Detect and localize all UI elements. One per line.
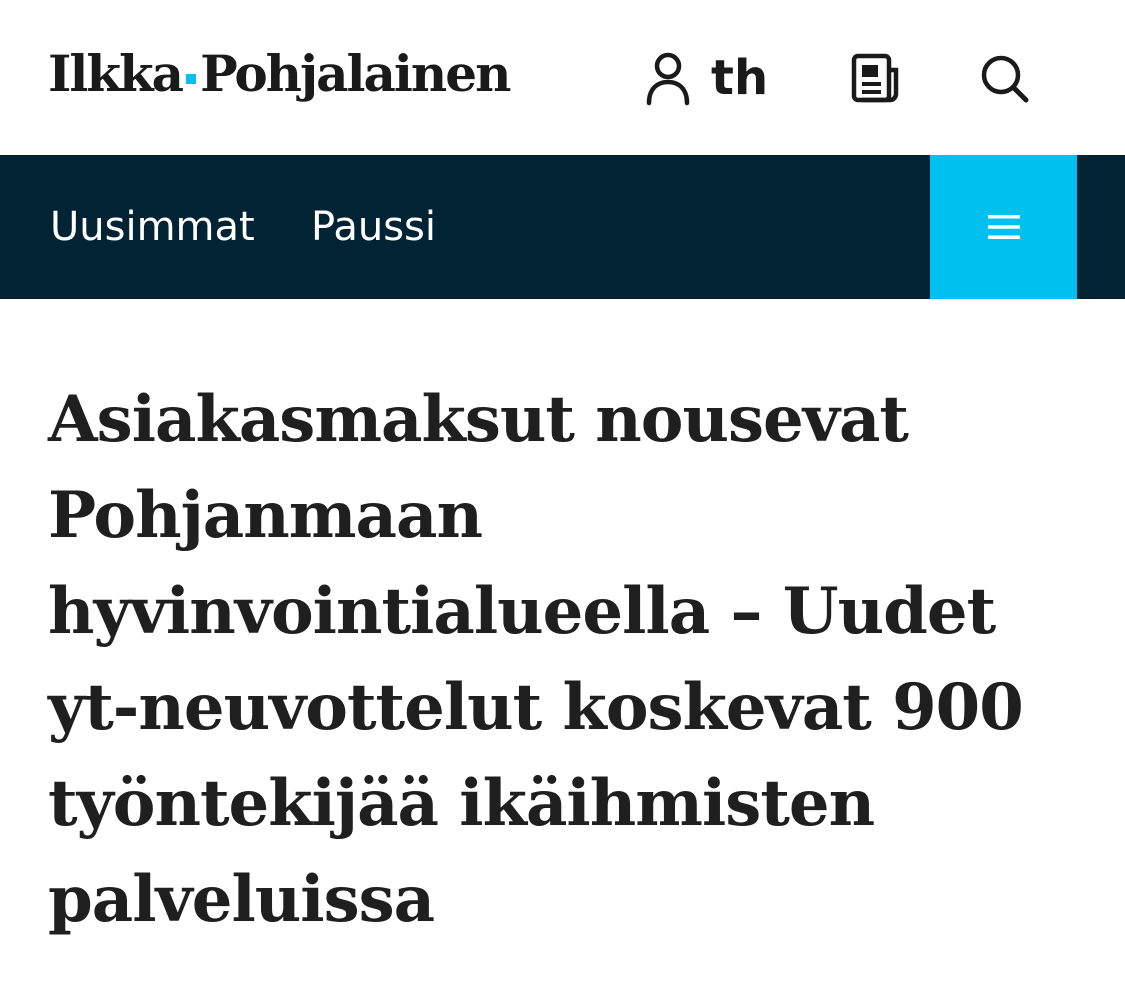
headline-line: palveluissa [48, 862, 435, 937]
menu-button[interactable] [930, 155, 1077, 299]
logo-dot [186, 74, 197, 84]
headline-line: työntekijää ikäihmisten [48, 766, 875, 841]
article-headline: Asiakasmaksut nousevat Pohjanmaan hyvinv… [48, 372, 1088, 948]
logo-text-left: Ilkka [48, 43, 184, 103]
logo-text-right: Pohjalainen [200, 43, 511, 103]
main-navigation: Uusimmat Paussi [0, 155, 1125, 299]
nav-item-uusimmat[interactable]: Uusimmat [50, 155, 255, 299]
site-header: Ilkka Pohjalainen th [0, 0, 1125, 155]
headline-line: Pohjanmaan [48, 478, 483, 553]
account-button[interactable]: th [645, 50, 768, 106]
e-paper-button[interactable] [848, 50, 904, 106]
site-logo[interactable]: Ilkka Pohjalainen [48, 38, 511, 108]
nav-item-paussi[interactable]: Paussi [311, 155, 436, 299]
headline-line: yt-neuvottelut koskevat 900 [48, 670, 1024, 745]
search-icon [981, 55, 1029, 103]
search-button[interactable] [974, 48, 1034, 108]
user-icon [646, 52, 690, 106]
hamburger-menu-icon [987, 215, 1020, 239]
user-initials: th [711, 50, 769, 106]
headline-line: Asiakasmaksut nousevat [48, 382, 909, 457]
headline-line: hyvinvointialueella – Uudet [48, 574, 996, 649]
newspaper-icon [851, 53, 899, 103]
